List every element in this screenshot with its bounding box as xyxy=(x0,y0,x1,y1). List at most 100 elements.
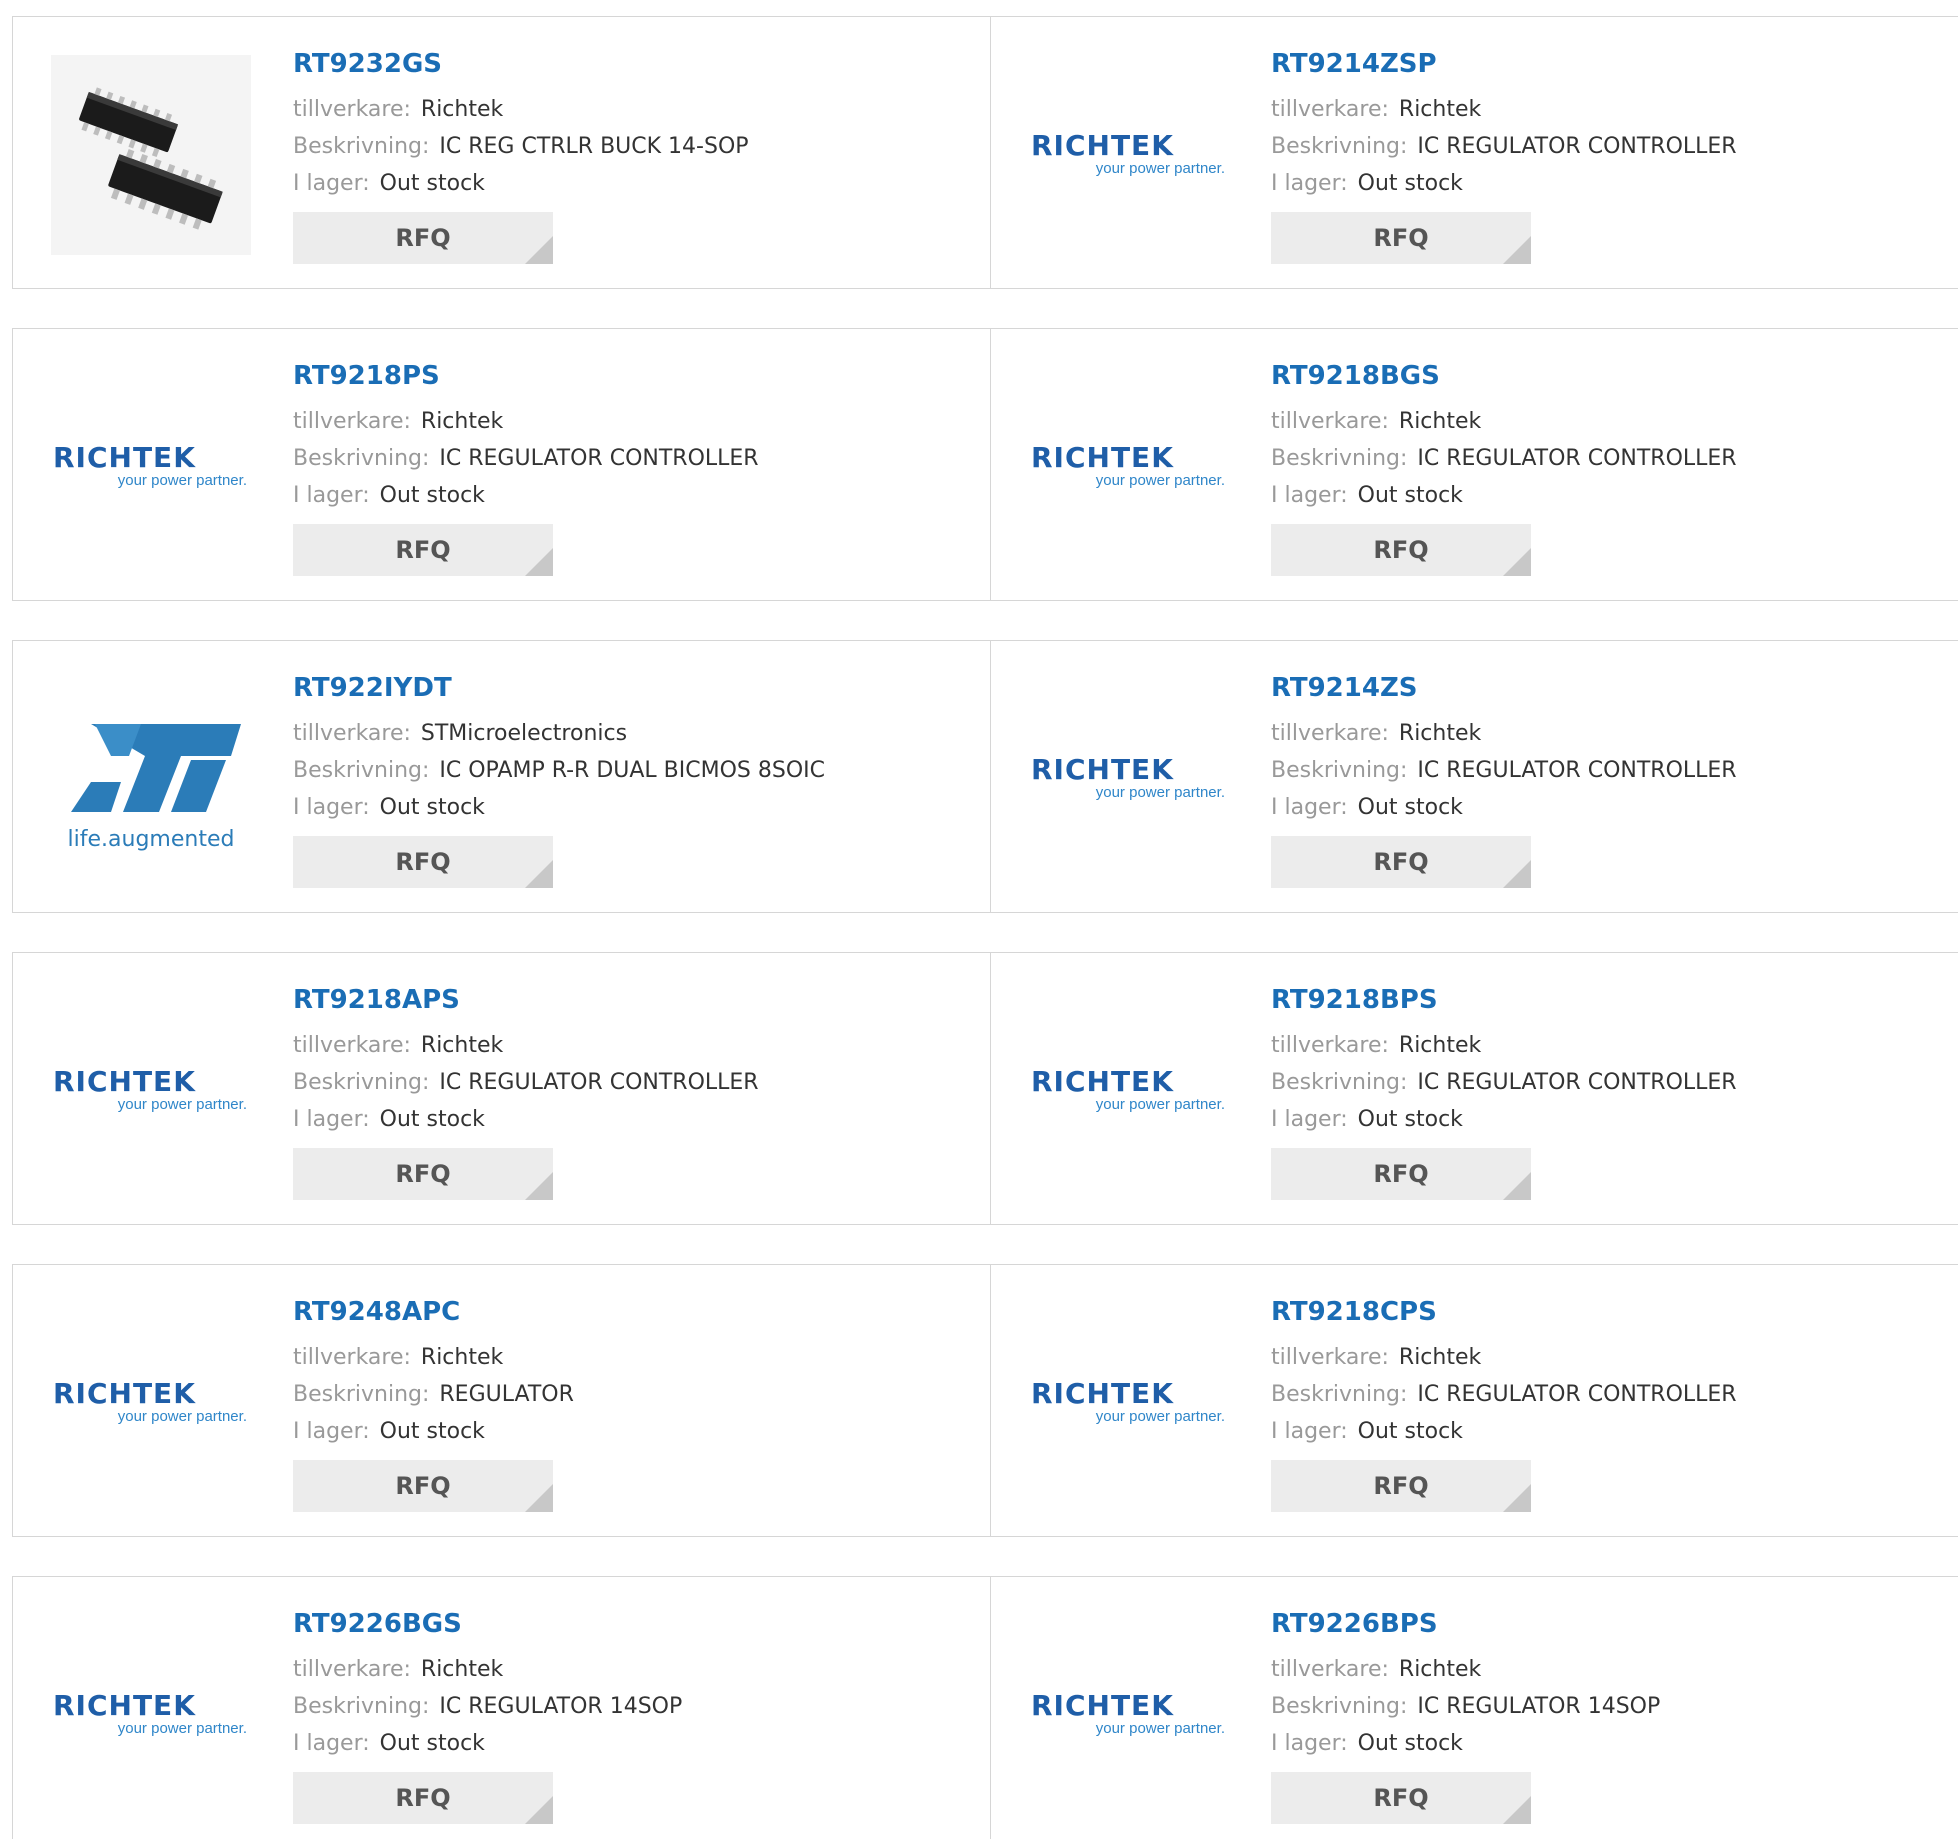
rfq-label: RFQ xyxy=(1373,536,1429,564)
stock-label: I lager: xyxy=(293,795,370,820)
description-value: IC REGULATOR CONTROLLER xyxy=(1417,1382,1737,1407)
description-line: Beskrivning: IC REG CTRLR BUCK 14-SOP xyxy=(293,128,749,165)
description-label: Beskrivning: xyxy=(293,134,430,159)
rfq-label: RFQ xyxy=(395,1784,451,1812)
stock-label: I lager: xyxy=(1271,1731,1348,1756)
corner-decoration xyxy=(1503,1796,1531,1824)
product-card: RT9232GS tillverkare: Richtek Beskrivning… xyxy=(13,17,991,288)
rfq-label: RFQ xyxy=(1373,224,1429,252)
part-number-link[interactable]: RT9248APC xyxy=(293,1295,574,1329)
stock-value: Out stock xyxy=(379,483,485,508)
rfq-button[interactable]: RFQ xyxy=(1271,1460,1531,1512)
description-line: Beskrivning: IC REGULATOR CONTROLLER xyxy=(293,1064,759,1101)
rfq-button[interactable]: RFQ xyxy=(1271,212,1531,264)
stock-label: I lager: xyxy=(293,1107,370,1132)
rfq-button[interactable]: RFQ xyxy=(1271,836,1531,888)
corner-decoration xyxy=(525,236,553,264)
stock-value: Out stock xyxy=(1357,1731,1463,1756)
rfq-button[interactable]: RFQ xyxy=(293,212,553,264)
rfq-label: RFQ xyxy=(395,1160,451,1188)
part-number-link[interactable]: RT9214ZSP xyxy=(1271,47,1737,81)
rfq-button[interactable]: RFQ xyxy=(293,836,553,888)
part-number-link[interactable]: RT9226BGS xyxy=(293,1607,682,1641)
richtek-logo-tagline: your power partner. xyxy=(1096,1408,1225,1425)
description-line: Beskrivning: IC OPAMP R-R DUAL BICMOS 8SO… xyxy=(293,752,825,789)
stock-value: Out stock xyxy=(1357,1107,1463,1132)
stock-line: I lager: Out stock xyxy=(1271,477,1737,514)
description-label: Beskrivning: xyxy=(1271,134,1408,159)
product-info: RT9214ZS tillverkare: Richtek Beskrivning… xyxy=(1271,671,1737,888)
stock-line: I lager: Out stock xyxy=(1271,789,1737,826)
richtek-logo-text: RICHTEK xyxy=(1031,129,1174,162)
part-number-link[interactable]: RT9218APS xyxy=(293,983,759,1017)
product-image[interactable]: RICHTEK your power partner. xyxy=(1029,367,1229,567)
description-line: Beskrivning: REGULATOR xyxy=(293,1376,574,1413)
stock-label: I lager: xyxy=(1271,1107,1348,1132)
description-label: Beskrivning: xyxy=(293,1070,430,1095)
stock-line: I lager: Out stock xyxy=(293,1413,574,1450)
part-number-link[interactable]: RT9214ZS xyxy=(1271,671,1737,705)
manufacturer-value: Richtek xyxy=(1398,97,1482,122)
product-card: RICHTEK your power partner. RT9218BPS til… xyxy=(991,953,1958,1224)
stock-value: Out stock xyxy=(1357,171,1463,196)
stock-value: Out stock xyxy=(379,1731,485,1756)
product-info: RT9226BPS tillverkare: Richtek Beskrivnin… xyxy=(1271,1607,1660,1824)
rfq-button[interactable]: RFQ xyxy=(1271,1148,1531,1200)
rfq-button[interactable]: RFQ xyxy=(293,1772,553,1824)
richtek-logo-tagline: your power partner. xyxy=(1096,472,1225,489)
part-number-link[interactable]: RT9218BGS xyxy=(1271,359,1737,393)
product-image[interactable]: RICHTEK your power partner. xyxy=(1029,679,1229,879)
richtek-logo-icon: RICHTEKyour power partner. xyxy=(1031,1065,1225,1113)
rfq-label: RFQ xyxy=(395,224,451,252)
part-number-link[interactable]: RT9218PS xyxy=(293,359,759,393)
product-card: RICHTEK your power partner. RT9248APC til… xyxy=(13,1265,991,1536)
manufacturer-line: tillverkare: Richtek xyxy=(293,91,749,128)
richtek-logo-icon: RICHTEKyour power partner. xyxy=(53,441,247,489)
product-image[interactable] xyxy=(51,55,251,255)
product-image[interactable]: RICHTEK your power partner. xyxy=(51,991,251,1191)
product-image[interactable]: life.augmented xyxy=(51,679,251,879)
part-number-link[interactable]: RT9218BPS xyxy=(1271,983,1737,1017)
manufacturer-label: tillverkare: xyxy=(293,97,411,122)
product-image[interactable]: RICHTEK your power partner. xyxy=(1029,991,1229,1191)
product-card: RICHTEK your power partner. RT9214ZS till… xyxy=(991,641,1958,912)
richtek-logo-icon: RICHTEKyour power partner. xyxy=(1031,753,1225,801)
product-image[interactable]: RICHTEK your power partner. xyxy=(1029,1615,1229,1815)
part-number-link[interactable]: RT922IYDT xyxy=(293,671,825,705)
richtek-logo-text: RICHTEK xyxy=(1031,1377,1174,1410)
rfq-button[interactable]: RFQ xyxy=(1271,1772,1531,1824)
rfq-label: RFQ xyxy=(395,848,451,876)
rfq-button[interactable]: RFQ xyxy=(293,1460,553,1512)
product-image[interactable]: RICHTEK your power partner. xyxy=(1029,55,1229,255)
description-value: IC REGULATOR CONTROLLER xyxy=(1417,758,1737,783)
description-line: Beskrivning: IC REGULATOR CONTROLLER xyxy=(293,440,759,477)
product-image[interactable]: RICHTEK your power partner. xyxy=(51,1615,251,1815)
rfq-button[interactable]: RFQ xyxy=(293,524,553,576)
description-label: Beskrivning: xyxy=(293,1382,430,1407)
stock-line: I lager: Out stock xyxy=(1271,165,1737,202)
product-image[interactable]: RICHTEK your power partner. xyxy=(1029,1303,1229,1503)
product-image[interactable]: RICHTEK your power partner. xyxy=(51,367,251,567)
richtek-logo-icon: RICHTEKyour power partner. xyxy=(53,1065,247,1113)
description-label: Beskrivning: xyxy=(1271,758,1408,783)
part-number-link[interactable]: RT9232GS xyxy=(293,47,749,81)
richtek-logo-tagline: your power partner. xyxy=(118,1096,247,1113)
rfq-label: RFQ xyxy=(1373,1472,1429,1500)
richtek-logo-icon: RICHTEKyour power partner. xyxy=(1031,441,1225,489)
product-card: RICHTEK your power partner. RT9218CPS til… xyxy=(991,1265,1958,1536)
part-number-link[interactable]: RT9226BPS xyxy=(1271,1607,1660,1641)
richtek-logo-tagline: your power partner. xyxy=(1096,160,1225,177)
part-number-link[interactable]: RT9218CPS xyxy=(1271,1295,1737,1329)
rfq-button[interactable]: RFQ xyxy=(1271,524,1531,576)
manufacturer-value: Richtek xyxy=(420,1345,504,1370)
description-line: Beskrivning: IC REGULATOR CONTROLLER xyxy=(1271,1376,1737,1413)
manufacturer-value: Richtek xyxy=(420,97,504,122)
richtek-logo-text: RICHTEK xyxy=(53,441,196,474)
description-value: IC REGULATOR CONTROLLER xyxy=(1417,134,1737,159)
chip-photo-icon xyxy=(51,55,251,255)
stock-value: Out stock xyxy=(379,1419,485,1444)
rfq-label: RFQ xyxy=(395,1472,451,1500)
rfq-button[interactable]: RFQ xyxy=(293,1148,553,1200)
product-image[interactable]: RICHTEK your power partner. xyxy=(51,1303,251,1503)
manufacturer-value: Richtek xyxy=(420,1033,504,1058)
